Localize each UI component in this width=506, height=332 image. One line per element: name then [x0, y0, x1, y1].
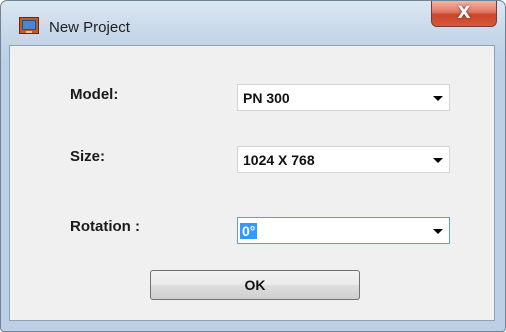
new-project-dialog: New Project X Model: PN 300 Size: 1024 X… — [0, 0, 506, 332]
rotation-label: Rotation : — [70, 218, 140, 235]
chevron-down-icon[interactable] — [433, 96, 443, 101]
rotation-dropdown[interactable]: 0° — [237, 217, 450, 244]
close-icon: X — [457, 3, 471, 23]
model-label: Model: — [70, 86, 119, 103]
window-title: New Project — [49, 19, 130, 36]
size-label: Size: — [70, 148, 106, 165]
project-icon — [19, 17, 39, 34]
title-bar[interactable]: New Project X — [1, 1, 505, 43]
ok-button[interactable]: OK — [150, 270, 360, 300]
dialog-body: Model: PN 300 Size: 1024 X 768 Rotation … — [9, 45, 495, 321]
chevron-down-icon[interactable] — [433, 158, 443, 163]
size-value: 1024 X 768 — [243, 152, 315, 168]
chevron-down-icon[interactable] — [433, 229, 443, 234]
model-value: PN 300 — [243, 90, 290, 106]
model-dropdown[interactable]: PN 300 — [237, 84, 450, 111]
rotation-value[interactable]: 0° — [240, 223, 258, 239]
close-button[interactable]: X — [431, 1, 497, 27]
size-dropdown[interactable]: 1024 X 768 — [237, 146, 450, 173]
